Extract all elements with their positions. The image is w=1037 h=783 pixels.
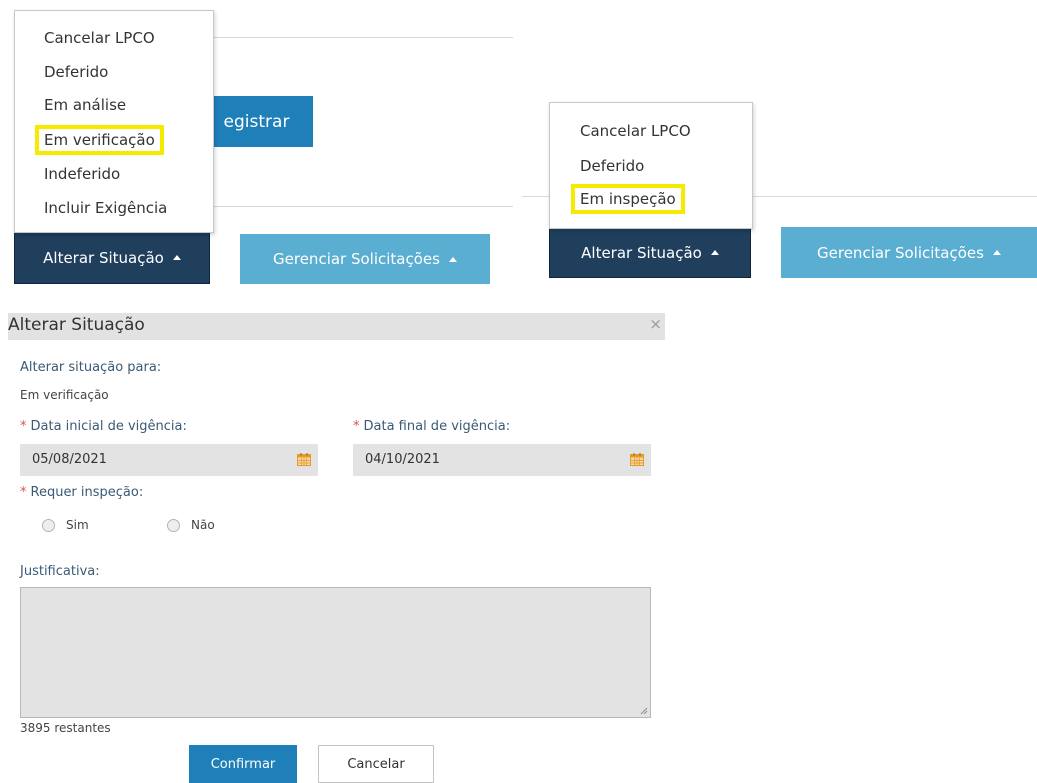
start-date-label: * Data inicial de vigência:	[20, 419, 187, 434]
situacao-dropdown-menu: Cancelar LPCO Deferido Em análise Em ver…	[14, 10, 214, 233]
caret-up-icon	[172, 255, 181, 260]
situacao-dropdown-menu-2: Cancelar LPCO Deferido Em inspeção	[549, 102, 753, 229]
menu-item-em-analise[interactable]: Em análise	[40, 96, 213, 114]
radio-button[interactable]	[167, 518, 180, 532]
confirm-label: Confirmar	[210, 756, 276, 772]
alterar-situacao-label: Alterar Situação	[581, 243, 702, 262]
registrar-label: egistrar	[223, 111, 290, 132]
alterar-situacao-button-2[interactable]: Alterar Situação	[549, 227, 751, 278]
dialog-title: Alterar Situação	[8, 315, 145, 335]
gerenciar-solicitacoes-button[interactable]: Gerenciar Solicitações	[240, 234, 490, 284]
registrar-button[interactable]: egistrar	[200, 96, 313, 147]
end-date-field[interactable]: 04/10/2021	[353, 444, 651, 476]
justification-textarea[interactable]	[20, 587, 651, 718]
menu-item-cancelar-lpco[interactable]: Cancelar LPCO	[40, 29, 213, 47]
end-date-label: * Data final de vigência:	[353, 419, 511, 434]
caret-up-icon	[992, 250, 1001, 255]
menu-item-indeferido[interactable]: Indeferido	[40, 165, 213, 183]
menu-item-cancelar-lpco[interactable]: Cancelar LPCO	[576, 122, 752, 140]
gerenciar-solicitacoes-label: Gerenciar Solicitações	[273, 250, 440, 268]
caret-up-icon	[710, 250, 719, 255]
end-date-value: 04/10/2021	[365, 452, 440, 467]
menu-item-incluir-exigencia[interactable]: Incluir Exigência	[40, 199, 213, 217]
cancel-button[interactable]: Cancelar	[318, 745, 434, 783]
alterar-situacao-label: Alterar Situação	[43, 248, 164, 267]
resize-grip-icon[interactable]	[640, 707, 648, 715]
required-mark: *	[353, 419, 360, 434]
start-date-field[interactable]: 05/08/2021	[20, 444, 318, 476]
calendar-icon[interactable]	[297, 453, 311, 466]
confirm-button[interactable]: Confirmar	[189, 745, 297, 783]
caret-up-icon	[448, 256, 457, 262]
required-mark: *	[20, 485, 27, 500]
cancel-label: Cancelar	[347, 756, 405, 772]
menu-item-em-verificacao[interactable]: Em verificação	[35, 125, 213, 155]
remaining-counter: 3895 restantes	[20, 721, 111, 735]
start-date-value: 05/08/2021	[32, 452, 107, 467]
alterar-situacao-button[interactable]: Alterar Situação	[14, 231, 210, 284]
radio-sim-label: Sim	[66, 518, 89, 532]
inspection-label: * Requer inspeção:	[20, 485, 144, 500]
status-label: Alterar situação para:	[20, 360, 162, 375]
radio-button[interactable]	[42, 518, 55, 532]
justification-label: Justificativa:	[20, 564, 100, 579]
status-value: Em verificação	[20, 388, 109, 402]
calendar-icon[interactable]	[630, 453, 644, 466]
close-icon[interactable]: ×	[649, 315, 662, 333]
gerenciar-solicitacoes-label: Gerenciar Solicitações	[817, 243, 984, 262]
gerenciar-solicitacoes-button-2[interactable]: Gerenciar Solicitações	[781, 227, 1037, 278]
menu-item-em-inspecao[interactable]: Em inspeção	[571, 184, 752, 214]
dialog-header: Alterar Situação ×	[8, 313, 665, 340]
menu-item-deferido[interactable]: Deferido	[576, 157, 752, 175]
radio-nao[interactable]: Não	[167, 518, 215, 532]
radio-sim[interactable]: Sim	[42, 518, 89, 532]
radio-nao-label: Não	[191, 518, 215, 532]
required-mark: *	[20, 419, 27, 434]
menu-item-deferido[interactable]: Deferido	[40, 63, 213, 81]
